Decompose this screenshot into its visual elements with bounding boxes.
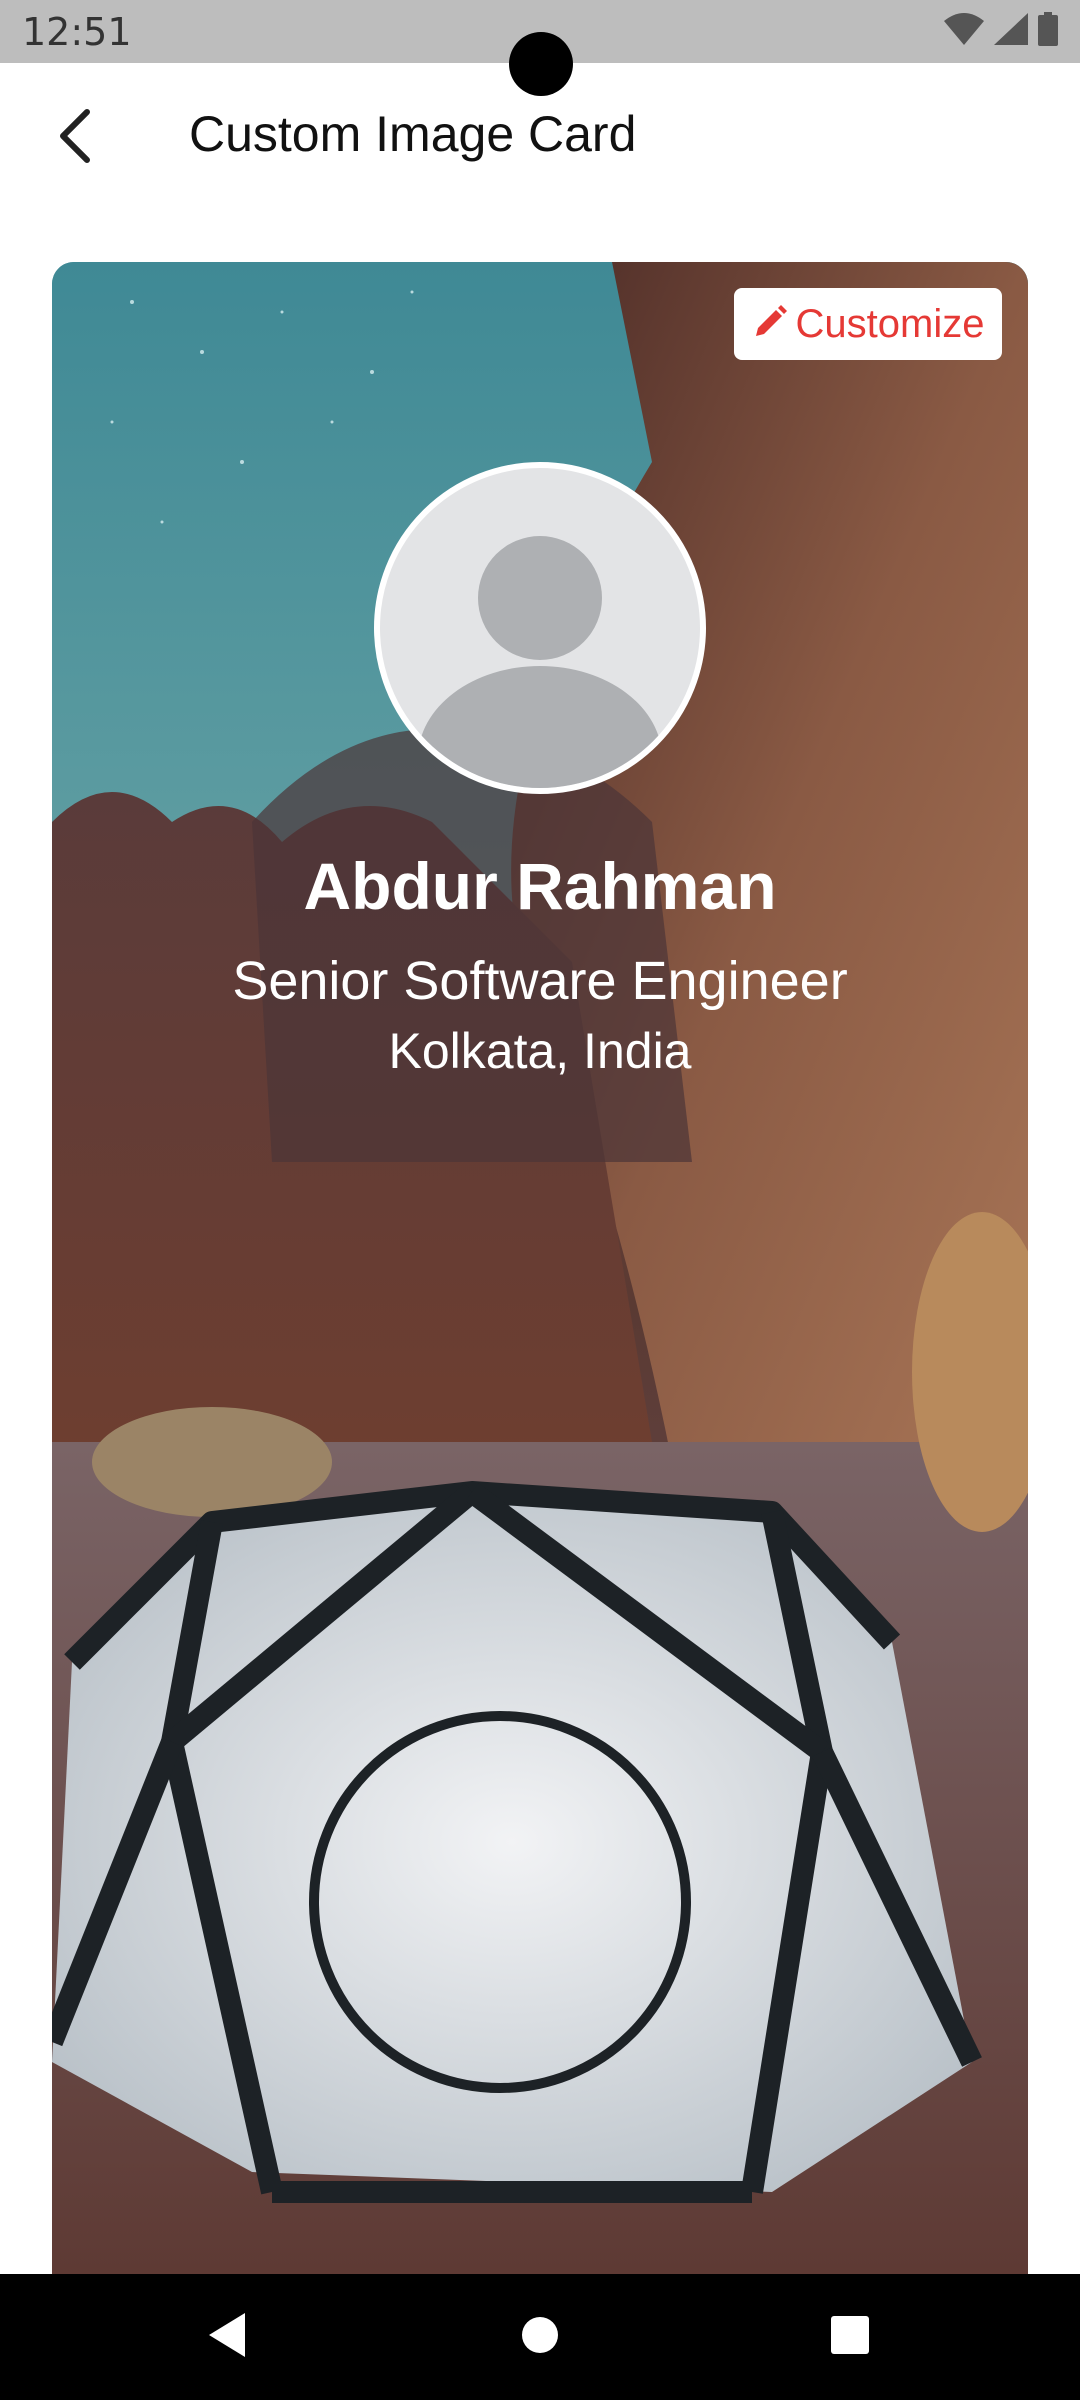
nav-home-button[interactable]: [505, 2302, 575, 2372]
nav-back-button[interactable]: [192, 2302, 262, 2372]
battery-icon: [1038, 11, 1058, 51]
status-time: 12:51: [22, 10, 132, 54]
back-arrow-icon: [55, 108, 95, 169]
cell-signal-icon: [994, 12, 1028, 50]
avatar[interactable]: [374, 462, 706, 794]
back-triangle-icon: [205, 2311, 249, 2364]
home-circle-icon: [520, 2315, 560, 2360]
back-button[interactable]: [40, 103, 110, 173]
page-title: Custom Image Card: [189, 106, 637, 162]
pencil-icon: [752, 304, 788, 345]
profile-role: Senior Software Engineer: [232, 951, 848, 1011]
customize-button[interactable]: Customize: [734, 288, 1002, 360]
image-card: Customize Abdur Rahman Senior Software E…: [52, 262, 1028, 2274]
nav-recents-button[interactable]: [815, 2302, 885, 2372]
customize-label: Customize: [795, 301, 985, 346]
system-nav-bar: [0, 2274, 1080, 2400]
camera-cutout: [509, 32, 573, 96]
profile-name: Abdur Rahman: [303, 849, 777, 923]
wifi-icon: [944, 12, 984, 50]
recents-square-icon: [830, 2315, 870, 2360]
status-icons: [944, 11, 1058, 51]
profile-location: Kolkata, India: [388, 1023, 692, 1079]
